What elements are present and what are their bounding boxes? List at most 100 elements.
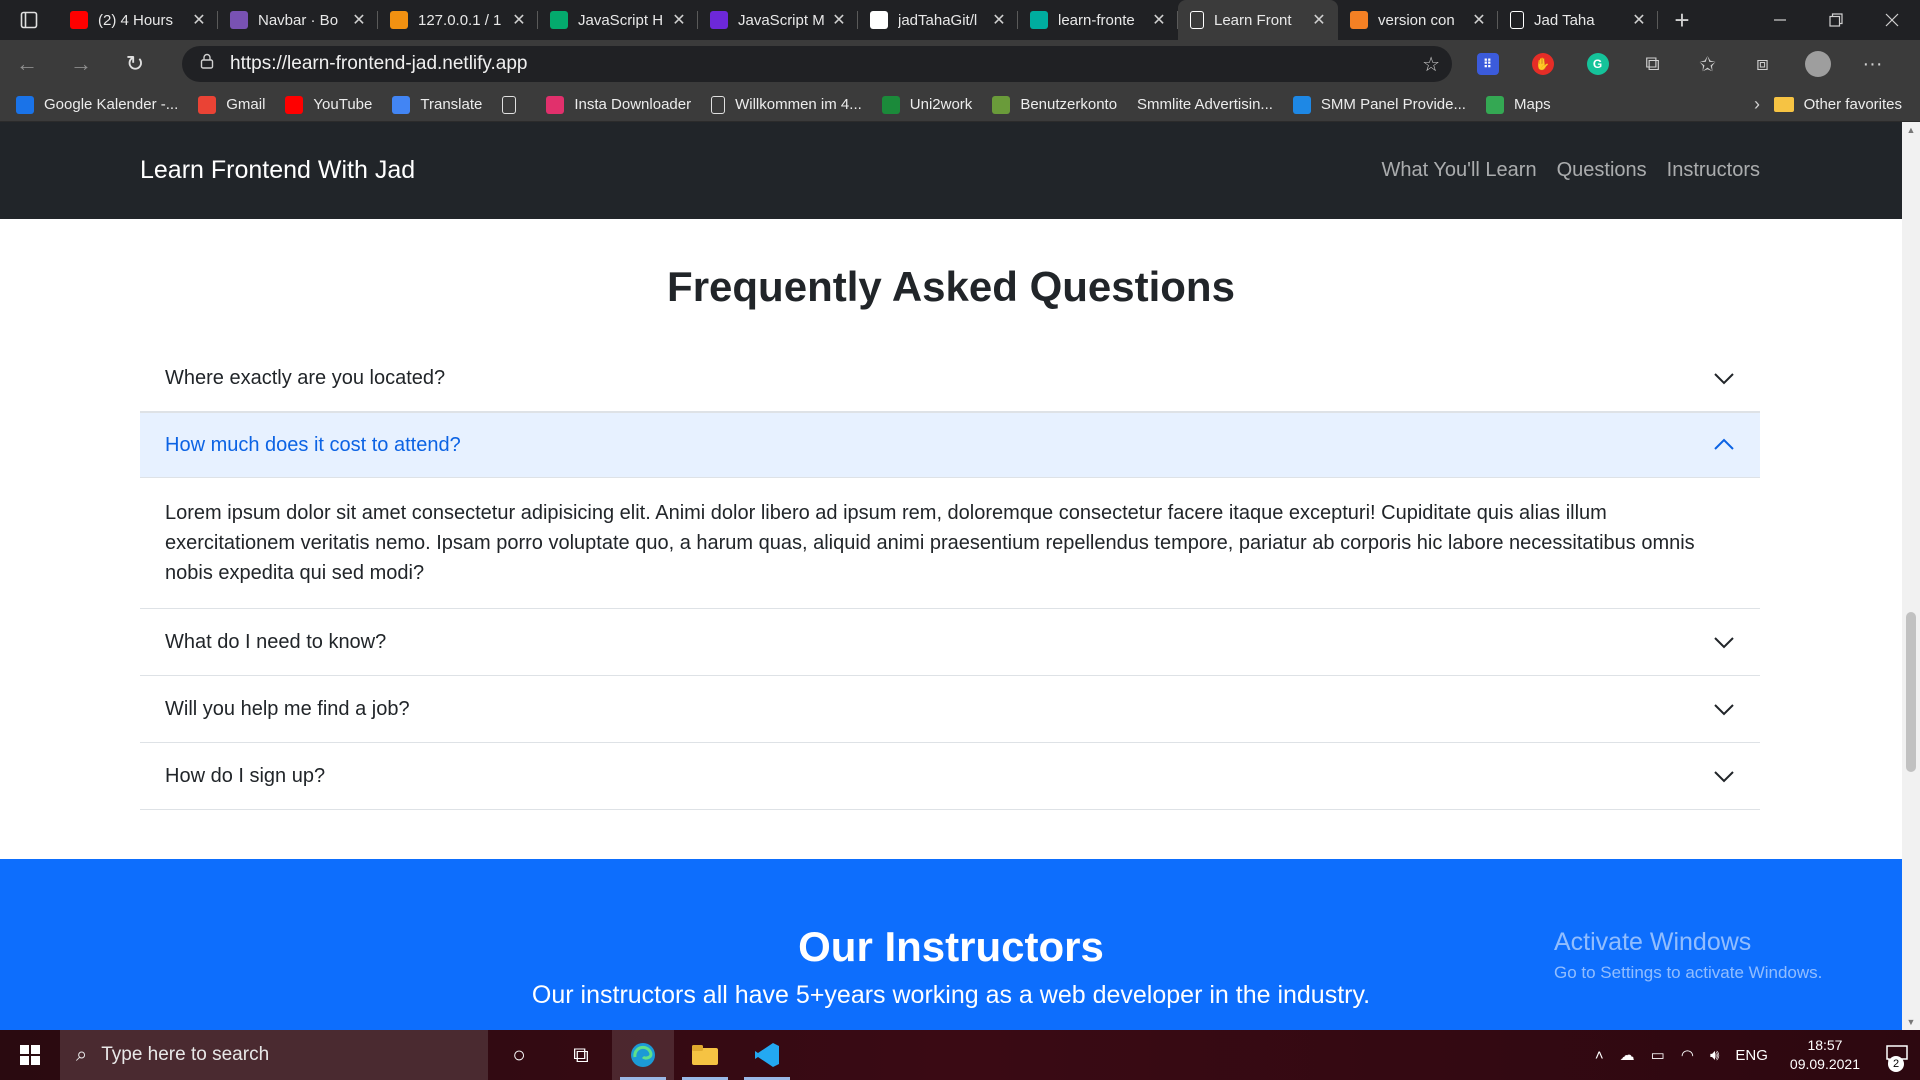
browser-tab[interactable]: (2) 4 Hours ✕: [58, 0, 218, 40]
bookmark-item[interactable]: Willkommen im 4...: [711, 95, 862, 114]
extensions-button[interactable]: ⧉: [1625, 40, 1680, 88]
uni2work-icon: [881, 95, 900, 114]
battery-icon[interactable]: ▭: [1651, 1046, 1665, 1064]
add-favorite-icon[interactable]: ☆: [1422, 52, 1440, 77]
browser-tab[interactable]: Jad Taha ✕: [1498, 0, 1658, 40]
extension-grammarly-button[interactable]: G: [1570, 40, 1625, 88]
wifi-icon[interactable]: ◠: [1681, 1046, 1694, 1064]
faq-section: Frequently Asked Questions Where exactly…: [0, 219, 1902, 859]
chevron-right-icon[interactable]: ›: [1754, 94, 1760, 115]
forward-button[interactable]: →: [54, 40, 108, 88]
faq-question-button[interactable]: What do I need to know?: [140, 609, 1760, 675]
hand-icon: ✋: [1531, 53, 1554, 75]
tab-close-icon[interactable]: ✕: [1470, 10, 1488, 30]
edge-taskbar-button[interactable]: [612, 1030, 674, 1080]
new-tab-button[interactable]: +: [1658, 5, 1706, 36]
close-window-button[interactable]: [1864, 0, 1920, 40]
start-button[interactable]: [0, 1030, 60, 1080]
bookmark-label: Uni2work: [909, 96, 973, 113]
notifications-button[interactable]: 2: [1874, 1030, 1920, 1080]
bookmark-label: Insta Downloader: [574, 96, 692, 113]
profile-button[interactable]: [1790, 40, 1845, 88]
bookmark-item[interactable]: Maps: [1485, 95, 1551, 114]
bookmark-label: Maps: [1513, 96, 1551, 113]
nav-link-what-youll-learn[interactable]: What You'll Learn: [1382, 159, 1537, 182]
cortana-button[interactable]: ○: [488, 1030, 550, 1080]
vscode-button[interactable]: [736, 1030, 798, 1080]
faq-question-button[interactable]: How much does it cost to attend?: [140, 412, 1760, 478]
tab-actions-button[interactable]: [0, 0, 58, 40]
edge-icon: [631, 1043, 655, 1067]
task-view-button[interactable]: ⧉: [550, 1030, 612, 1080]
settings-menu-button[interactable]: ···: [1845, 40, 1900, 88]
bookmark-item[interactable]: SMM Panel Provide...: [1292, 95, 1466, 114]
faq-item: What do I need to know?: [140, 609, 1760, 676]
browser-tab[interactable]: 127.0.0.1 / 1 ✕: [378, 0, 538, 40]
onedrive-icon[interactable]: ☁: [1620, 1046, 1635, 1064]
other-favorites-button[interactable]: Other favorites: [1773, 96, 1902, 113]
volume-icon[interactable]: 🔊︎: [1710, 1047, 1719, 1064]
tab-close-icon[interactable]: ✕: [1150, 10, 1168, 30]
clock[interactable]: 18:57 09.09.2021: [1790, 1036, 1860, 1074]
tab-close-icon[interactable]: ✕: [190, 10, 208, 30]
bookmark-item[interactable]: Insta Downloader: [546, 95, 692, 114]
tab-close-icon[interactable]: ✕: [1310, 10, 1328, 30]
browser-tab[interactable]: Navbar · Bo ✕: [218, 0, 378, 40]
faq-question-button[interactable]: How do I sign up?: [140, 743, 1760, 809]
bookmark-item[interactable]: Smmlite Advertisin...: [1137, 96, 1273, 114]
bookmark-list: Google Kalender -... Gmail YouTube Translat…: [16, 95, 1571, 114]
bookmark-item[interactable]: Benutzerkonto: [992, 95, 1117, 114]
extension-adblock-button[interactable]: ✋: [1515, 40, 1570, 88]
url-text: https://learn-frontend-jad.netlify.app: [230, 53, 528, 74]
nav-link-questions[interactable]: Questions: [1557, 159, 1647, 182]
faq-question-button[interactable]: Will you help me find a job?: [140, 676, 1760, 742]
more-icon: ···: [1862, 52, 1883, 75]
browser-tab[interactable]: jadTahaGit/l ✕: [858, 0, 1018, 40]
scrollbar-thumb[interactable]: [1906, 612, 1916, 772]
faq-item: Will you help me find a job?: [140, 676, 1760, 743]
back-button[interactable]: ←: [0, 40, 54, 88]
bookmark-item[interactable]: Google Kalender -...: [16, 95, 178, 114]
bookmark-item[interactable]: Gmail: [198, 95, 265, 114]
folder-icon: [692, 1045, 718, 1065]
browser-tab[interactable]: learn-fronte ✕: [1018, 0, 1178, 40]
minimize-button[interactable]: [1752, 0, 1808, 40]
faq-question-button[interactable]: Where exactly are you located?: [140, 345, 1760, 411]
tab-strip: (2) 4 Hours ✕ Navbar · Bo ✕ 127.0.0.1 / 1 ✕ Ja…: [58, 0, 1658, 40]
page-viewport: Learn Frontend With Jad What You'll Lear…: [0, 122, 1920, 1030]
file-explorer-button[interactable]: [674, 1030, 736, 1080]
calendar-icon: [16, 95, 34, 114]
collections-button[interactable]: ⧈: [1735, 40, 1790, 88]
site-brand[interactable]: Learn Frontend With Jad: [140, 122, 415, 219]
bookmark-item[interactable]: Uni2work: [881, 95, 973, 114]
browser-tab[interactable]: Learn Front ✕: [1178, 0, 1338, 40]
chevron-up-icon[interactable]: ˄: [1595, 1047, 1604, 1064]
language-indicator[interactable]: ENG: [1735, 1047, 1768, 1064]
tab-close-icon[interactable]: ✕: [670, 10, 688, 30]
system-tray: ˄ ☁ ▭ ◠ 🔊︎ ENG 18:57 09.09.2021 2: [1587, 1030, 1920, 1080]
refresh-button[interactable]: ↻: [108, 40, 162, 88]
grammarly-icon: G: [1586, 53, 1609, 75]
tab-close-icon[interactable]: ✕: [1630, 10, 1648, 30]
page-scrollbar[interactable]: ▲ ▼: [1902, 122, 1920, 1030]
scroll-up-icon[interactable]: ▲: [1902, 122, 1920, 138]
windows-taskbar: ⌕ Type here to search ○ ⧉ ˄ ☁ ▭ ◠ 🔊︎ ENG…: [0, 1030, 1920, 1080]
browser-tab[interactable]: JavaScript M ✕: [698, 0, 858, 40]
address-bar[interactable]: https://learn-frontend-jad.netlify.app ☆: [182, 46, 1452, 82]
nav-link-instructors[interactable]: Instructors: [1667, 159, 1760, 182]
bookmark-item[interactable]: Translate: [392, 95, 482, 114]
restore-button[interactable]: [1808, 0, 1864, 40]
tab-close-icon[interactable]: ✕: [990, 10, 1008, 30]
browser-toolbar: ← → ↻ https://learn-frontend-jad.netlify…: [0, 40, 1920, 88]
scroll-down-icon[interactable]: ▼: [1902, 1014, 1920, 1030]
extension-grid-button[interactable]: ⠿: [1460, 40, 1515, 88]
favorites-button[interactable]: ✩: [1680, 40, 1735, 88]
tab-close-icon[interactable]: ✕: [830, 10, 848, 30]
tab-close-icon[interactable]: ✕: [350, 10, 368, 30]
bookmark-item[interactable]: YouTube: [285, 95, 372, 114]
tab-close-icon[interactable]: ✕: [510, 10, 528, 30]
taskbar-search[interactable]: ⌕ Type here to search: [60, 1030, 488, 1080]
browser-tab[interactable]: JavaScript H ✕: [538, 0, 698, 40]
browser-tab[interactable]: version con ✕: [1338, 0, 1498, 40]
bookmark-item[interactable]: [502, 95, 526, 114]
